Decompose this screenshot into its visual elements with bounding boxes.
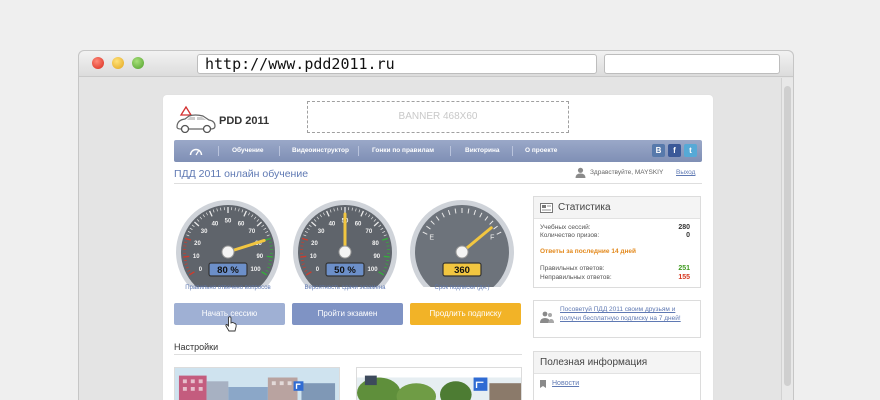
correct-answers-gauge: 010203040506070809010080 % [176,200,280,287]
nav-separator [279,146,280,156]
user-greeting: Здравствуйте, MAYSKIY [590,169,664,176]
gauge-tick [300,255,307,258]
settings-option-park-image[interactable] [356,367,522,400]
dashboard-gauge-icon[interactable] [189,145,203,157]
gauge-value-text: 50 % [334,265,356,276]
gauge-tick-label: 50 [225,219,232,225]
statistics-heading: Статистика [534,197,700,219]
nav-separator [512,146,513,156]
hand-cursor-icon [225,316,237,332]
nav-separator [218,146,219,156]
gauge-tick-label: 10 [193,254,200,260]
nav-item-learning[interactable]: Обучение [232,140,264,162]
subscription-days-gauge: E F 360 [410,200,514,287]
site-logo-text[interactable]: PDD 2011 [219,115,269,127]
logout-link[interactable]: Выход [676,169,695,176]
page-content: PDD 2011 BANNER 468X60 Обучение Видеоинс… [163,95,713,400]
statistics-panel: Статистика Учебных сессий: 280 Количеств… [533,196,701,288]
statistics-card-icon [540,203,553,213]
gauge-needle-hub [338,245,352,259]
settings-heading: Настройки [174,342,219,352]
settings-option-city-image[interactable] [174,367,340,400]
prizes-value: 0 [686,232,690,239]
gauge-tick-label: 70 [366,229,373,235]
nav-separator [358,146,359,156]
gauge-needle-hub [221,245,235,259]
nav-item-about[interactable]: О проекте [525,140,557,162]
useful-info-panel: Полезная информация Новости [533,351,701,400]
user-icon [575,167,586,178]
gauge-caption: Срок подписки (дн.) [434,285,490,291]
gauge-value-text: 360 [454,265,470,276]
bookmark-icon [540,380,546,388]
gauge-tick-label: F [490,235,494,242]
browser-search-field[interactable] [604,54,780,74]
wrong-answers-label: Неправильных ответов: [540,274,612,281]
maximize-window-button[interactable] [132,57,144,69]
correct-answers-value: 251 [678,265,690,272]
banner-placeholder[interactable]: BANNER 468X60 [307,101,569,133]
gauge-needle-hub [455,245,469,259]
gauge-tick-label: 30 [201,229,208,235]
prizes-label: Количество призов: [540,232,600,239]
nav-item-rules-race[interactable]: Гонки по правилам [372,140,434,162]
gauge-tick-label: 60 [355,221,362,227]
gauge-tick [351,207,353,211]
main-navigation: Обучение Видеоинструктор Гонки по правил… [174,140,702,162]
recent-answers-heading: Ответы за последние 14 дней [540,248,637,255]
gauge-tick [383,255,390,258]
gauge-tick [183,255,190,258]
close-window-button[interactable] [92,57,104,69]
gauge-tick-label: 60 [238,221,245,227]
scrollbar-thumb[interactable] [784,86,791,386]
browser-toolbar: http://www.pdd2011.ru [79,51,793,77]
referral-promo-link[interactable]: Посоветуй ПДД 2011 своим друзьям и получ… [560,305,696,323]
gauge-tick-label: 10 [310,254,317,260]
gauge-tick-label: 20 [194,241,201,247]
gauge-tick-label: 100 [368,267,379,273]
gauge-tick [234,207,236,211]
gauge-tick [266,255,273,258]
address-bar[interactable]: http://www.pdd2011.ru [197,54,597,74]
gauge-tick [220,207,222,211]
nav-item-quiz[interactable]: Викторина [465,140,500,162]
vkontakte-icon[interactable]: В [652,144,665,157]
gauge-value-text: 80 % [217,265,239,276]
facebook-icon[interactable]: f [668,144,681,157]
twitter-icon[interactable]: t [684,144,697,157]
statistics-title: Статистика [558,202,611,213]
gauge-tick-label: 100 [251,267,262,273]
page-title: ПДД 2011 онлайн обучение [174,168,309,180]
correct-answers-label: Правильных ответов: [540,265,605,272]
sessions-value: 280 [678,224,690,231]
gauge-tick-label: 20 [311,241,318,247]
take-exam-button[interactable]: Пройти экзамен [292,303,403,325]
divider [174,183,702,184]
gauge-tick-label: 80 [372,241,379,247]
sessions-label: Учебных сессий: [540,224,591,231]
renew-subscription-button[interactable]: Продлить подписку [410,303,521,325]
nav-separator [450,146,451,156]
gauge-tick-label: 30 [318,229,325,235]
nav-item-video-instructor[interactable]: Видеоинструктор [292,140,349,162]
gauge-tick-label: E [429,235,434,242]
gauge-tick-label: 90 [373,254,380,260]
wrong-answers-value: 155 [678,274,690,281]
minimize-window-button[interactable] [112,57,124,69]
exam-probability-gauge: 010203040506070809010050 % [293,200,397,287]
divider [174,354,522,355]
useful-info-heading: Полезная информация [534,352,700,374]
gauge-caption: Правильно отвечено вопросов [185,285,271,291]
gauge-tick-label: 90 [256,254,263,260]
gauge-tick-label: 70 [249,229,256,235]
scrollbar[interactable] [781,78,793,400]
friends-icon [540,311,554,323]
gauge-tick-label: 40 [212,221,219,227]
gauge-caption: Вероятность сдачи экзамена [304,285,386,291]
gauge-tick-label: 40 [329,221,336,227]
referral-promo-panel: Посоветуй ПДД 2011 своим друзьям и получ… [533,300,701,338]
gauge-tick [337,207,339,211]
news-link[interactable]: Новости [552,380,579,387]
